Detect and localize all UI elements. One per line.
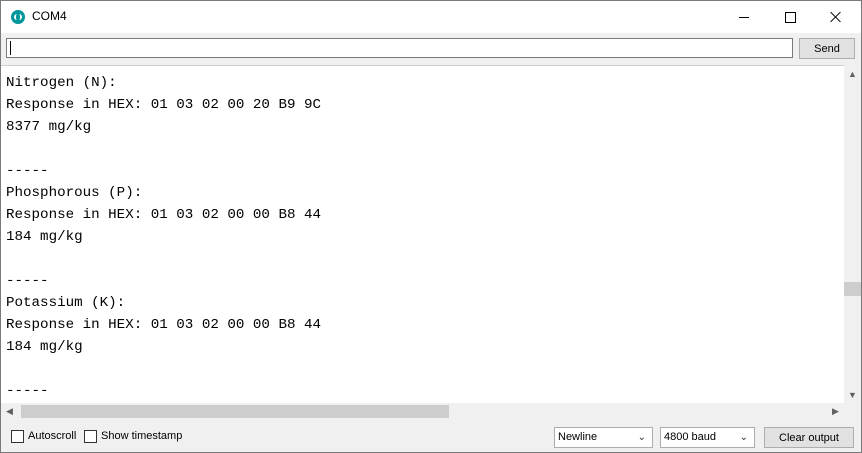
scroll-down-icon[interactable]: ▼ bbox=[844, 386, 861, 403]
output-line: 184 mg/kg bbox=[6, 229, 83, 245]
text-caret bbox=[10, 41, 11, 55]
close-icon bbox=[830, 11, 842, 23]
arduino-icon bbox=[11, 10, 25, 24]
output-line: ----- bbox=[6, 163, 49, 179]
vertical-scroll-thumb[interactable] bbox=[844, 282, 861, 296]
output-line: Response in HEX: 01 03 02 00 00 B8 44 bbox=[6, 317, 322, 333]
window-title: COM4 bbox=[32, 9, 67, 23]
output-line: Potassium (K): bbox=[6, 295, 126, 311]
send-row: Send bbox=[1, 33, 861, 65]
horizontal-scrollbar[interactable]: ◀ ▶ bbox=[1, 403, 844, 420]
serial-monitor-window: COM4 Send Nitrogen (N): Response in HEX:… bbox=[0, 0, 862, 453]
output-line: Phosphorous (P): bbox=[6, 185, 143, 201]
clear-output-button[interactable]: Clear output bbox=[764, 427, 854, 448]
scrollbar-corner bbox=[844, 403, 861, 420]
title-bar: COM4 bbox=[1, 1, 861, 33]
line-ending-value: Newline bbox=[558, 431, 598, 443]
line-ending-select[interactable]: Newline ⌄ bbox=[554, 427, 653, 448]
output-line: Nitrogen (N): bbox=[6, 75, 117, 91]
autoscroll-checkbox[interactable] bbox=[11, 430, 24, 443]
output-line: ----- bbox=[6, 273, 49, 289]
bottom-toolbar: Autoscroll Show timestamp Newline ⌄ 4800… bbox=[1, 420, 861, 452]
maximize-button[interactable] bbox=[767, 1, 813, 33]
scroll-right-icon[interactable]: ▶ bbox=[827, 403, 844, 420]
close-button[interactable] bbox=[813, 1, 859, 33]
send-button[interactable]: Send bbox=[799, 38, 855, 59]
output-line: 8377 mg/kg bbox=[6, 119, 92, 135]
serial-input[interactable] bbox=[6, 38, 793, 58]
chevron-down-icon: ⌄ bbox=[637, 432, 646, 443]
baud-rate-value: 4800 baud bbox=[664, 431, 716, 443]
autoscroll-label: Autoscroll bbox=[28, 430, 77, 442]
horizontal-scroll-thumb[interactable] bbox=[21, 405, 449, 418]
output-line: ----- bbox=[6, 383, 49, 399]
minimize-button[interactable] bbox=[721, 1, 767, 33]
scroll-up-icon[interactable]: ▲ bbox=[844, 65, 861, 82]
scroll-left-icon[interactable]: ◀ bbox=[1, 403, 18, 420]
serial-output[interactable]: Nitrogen (N): Response in HEX: 01 03 02 … bbox=[1, 65, 844, 404]
maximize-icon bbox=[784, 11, 796, 23]
show-timestamp-label: Show timestamp bbox=[101, 430, 183, 442]
output-line: Response in HEX: 01 03 02 00 20 B9 9C bbox=[6, 97, 322, 113]
minimize-icon bbox=[739, 16, 749, 18]
output-line: 184 mg/kg bbox=[6, 339, 83, 355]
output-line: Response in HEX: 01 03 02 00 00 B8 44 bbox=[6, 207, 322, 223]
baud-rate-select[interactable]: 4800 baud ⌄ bbox=[660, 427, 755, 448]
show-timestamp-checkbox[interactable] bbox=[84, 430, 97, 443]
chevron-down-icon: ⌄ bbox=[739, 432, 748, 443]
vertical-scrollbar[interactable]: ▲ ▼ bbox=[844, 65, 861, 403]
